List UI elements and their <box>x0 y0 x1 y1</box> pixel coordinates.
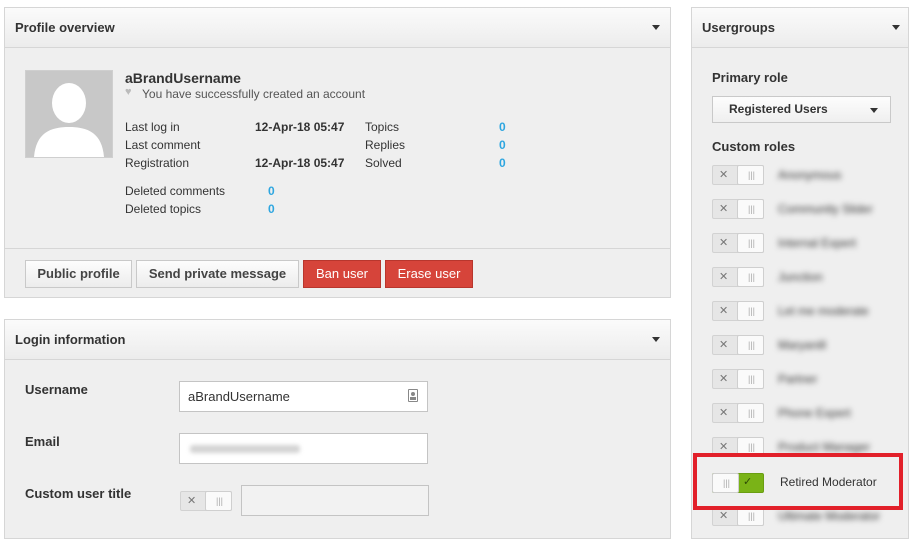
role-toggle[interactable]: ✕ ||| <box>712 369 764 389</box>
profile-overview-title: Profile overview <box>15 20 115 35</box>
role-toggle[interactable]: ✕ ||| <box>712 267 764 287</box>
role-toggle[interactable]: ✕ ||| <box>712 335 764 355</box>
toggle-off-icon: ✕ <box>187 495 197 507</box>
role-label-redacted: Anonymous <box>778 168 842 182</box>
email-redacted <box>190 445 300 453</box>
custom-user-title-field[interactable] <box>241 485 429 516</box>
registration-value: 12-Apr-18 05:47 <box>255 156 345 170</box>
profile-overview-panel: Profile overview aBrandUsername ♥ You ha… <box>4 7 671 298</box>
login-information-header[interactable]: Login information <box>5 320 670 360</box>
email-label: Email <box>25 434 60 449</box>
topics-value[interactable]: 0 <box>499 120 506 134</box>
profile-overview-header[interactable]: Profile overview <box>5 8 670 48</box>
last-login-label: Last log in <box>125 120 180 134</box>
status-message: You have successfully created an account <box>142 87 366 101</box>
profile-username: aBrandUsername <box>125 70 241 86</box>
heart-icon: ♥ <box>125 86 132 98</box>
role-toggle[interactable]: ✕ ||| <box>712 403 764 423</box>
role-label-redacted: Junction <box>778 270 823 284</box>
registration-label: Registration <box>125 156 190 170</box>
login-information-panel: Login information Username Email Custom … <box>4 319 671 539</box>
solved-label: Solved <box>365 156 402 170</box>
role-label-redacted: Partner <box>778 372 818 386</box>
deleted-topics-label: Deleted topics <box>125 202 202 216</box>
role-label-redacted: Maryanill <box>778 338 827 352</box>
retired-moderator-highlight <box>693 453 903 510</box>
solved-value[interactable]: 0 <box>499 156 506 170</box>
usergroups-header[interactable]: Usergroups <box>692 8 908 48</box>
deleted-comments-value[interactable]: 0 <box>268 184 275 198</box>
role-label-redacted: Let me moderate <box>778 304 869 318</box>
custom-title-toggle[interactable]: ✕ ||| <box>180 491 232 511</box>
collapse-caret-icon[interactable] <box>652 337 660 342</box>
replies-label: Replies <box>365 138 406 152</box>
dropdown-caret-icon <box>870 108 878 113</box>
send-private-message-button[interactable]: Send private message <box>136 260 299 288</box>
deleted-comments-label: Deleted comments <box>125 184 226 198</box>
collapse-caret-icon[interactable] <box>892 25 900 30</box>
last-login-value: 12-Apr-18 05:47 <box>255 120 345 134</box>
primary-role-label: Primary role <box>712 70 788 85</box>
contact-card-icon[interactable] <box>408 389 418 402</box>
collapse-caret-icon[interactable] <box>652 25 660 30</box>
role-label-redacted: Phone Expert <box>778 406 851 420</box>
toggle-knob[interactable]: ||| <box>205 491 232 511</box>
primary-role-select[interactable]: Registered Users <box>712 96 891 123</box>
public-profile-button[interactable]: Public profile <box>25 260 132 288</box>
topics-label: Topics <box>365 120 400 134</box>
role-toggle[interactable]: ✕ ||| <box>712 165 764 185</box>
role-label-redacted: Product Manager <box>778 440 871 454</box>
erase-user-button[interactable]: Erase user <box>385 260 473 288</box>
role-toggle[interactable]: ✕ ||| <box>712 199 764 219</box>
deleted-topics-value[interactable]: 0 <box>268 202 275 216</box>
role-toggle[interactable]: ✕ ||| <box>712 301 764 321</box>
usergroups-title: Usergroups <box>702 20 775 35</box>
replies-value[interactable]: 0 <box>499 138 506 152</box>
custom-roles-label: Custom roles <box>712 139 796 154</box>
ban-user-button[interactable]: Ban user <box>303 260 381 288</box>
username-label: Username <box>25 382 88 397</box>
role-label-redacted: Community Slider <box>778 202 873 216</box>
last-comment-label: Last comment <box>125 138 201 152</box>
primary-role-value: Registered Users <box>729 102 828 116</box>
role-label-redacted: Ultimate Moderator <box>778 509 881 523</box>
default-avatar-icon <box>26 71 112 157</box>
username-field[interactable] <box>179 381 428 412</box>
avatar <box>25 70 113 158</box>
role-label-redacted: Internal Expert <box>778 236 857 250</box>
custom-user-title-label: Custom user title <box>25 486 132 501</box>
role-toggle[interactable]: ✕ ||| <box>712 233 764 253</box>
action-divider <box>5 248 670 249</box>
login-information-title: Login information <box>15 332 126 347</box>
